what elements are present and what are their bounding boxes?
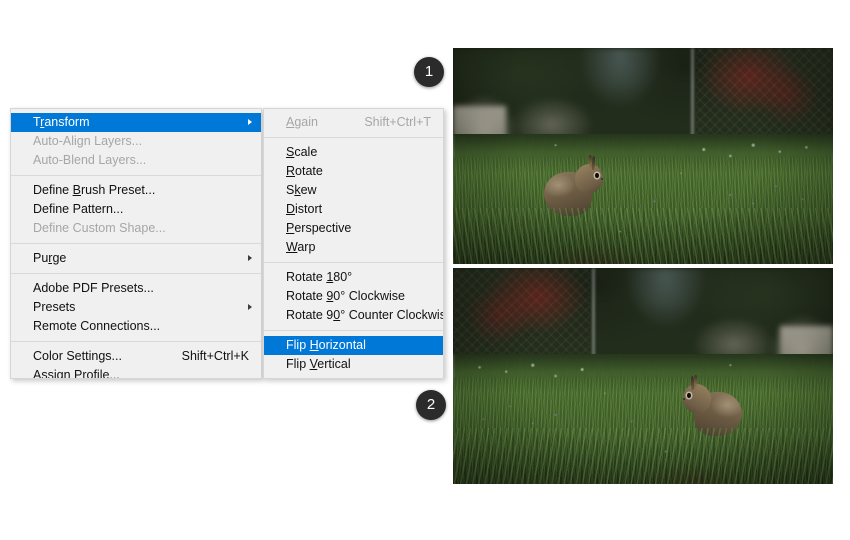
- submenu-item-rotate[interactable]: Rotate: [264, 162, 443, 181]
- menu-item-remote-connections[interactable]: Remote Connections...: [11, 317, 261, 336]
- menu-separator: [264, 262, 443, 263]
- menu-item-label: Transform: [33, 115, 90, 129]
- photo-scene: [453, 48, 833, 264]
- step-badge-1: 1: [414, 57, 444, 87]
- submenu-item-distort[interactable]: Distort: [264, 200, 443, 219]
- menu-item-label: Remote Connections...: [33, 319, 161, 333]
- submenu-item-rotate-180[interactable]: Rotate 180°: [264, 268, 443, 287]
- menu-item-label: Again: [286, 115, 318, 129]
- menu-item-auto-align-layers[interactable]: Auto-Align Layers...: [11, 132, 261, 151]
- submenu-item-rotate-90-cw[interactable]: Rotate 90° Clockwise: [264, 287, 443, 306]
- chevron-right-icon: [248, 119, 252, 125]
- menu-item-assign-profile[interactable]: Assign Profile...: [11, 366, 261, 379]
- menu-item-label: Distort: [286, 202, 323, 216]
- step-badge-2: 2: [416, 390, 446, 420]
- menu-item-label: Define Custom Shape...: [33, 221, 166, 235]
- screen-root: Transform Auto-Align Layers... Auto-Blen…: [0, 0, 850, 540]
- menu-item-label: Perspective: [286, 221, 352, 235]
- menu-item-define-custom-shape[interactable]: Define Custom Shape...: [11, 219, 261, 238]
- photo-original: [453, 48, 833, 264]
- menu-item-label: Define Brush Preset...: [33, 183, 156, 197]
- menu-item-shortcut: Shift+Ctrl+K: [181, 349, 249, 363]
- menu-item-label: Define Pattern...: [33, 202, 124, 216]
- menu-item-label: Rotate: [286, 164, 323, 178]
- submenu-item-skew[interactable]: Skew: [264, 181, 443, 200]
- menu-item-auto-blend-layers[interactable]: Auto-Blend Layers...: [11, 151, 261, 170]
- menu-item-label: Flip Vertical: [286, 357, 351, 371]
- photo-vignette: [453, 268, 833, 484]
- menu-item-presets[interactable]: Presets: [11, 298, 261, 317]
- menu-item-label: Rotate 90° Clockwise: [286, 289, 405, 303]
- menu-item-label: Scale: [286, 145, 318, 159]
- menu-item-label: Skew: [286, 183, 317, 197]
- menu-item-label: Presets: [33, 300, 76, 314]
- menu-separator: [11, 273, 261, 274]
- menu-separator: [11, 341, 261, 342]
- menu-item-label: Color Settings...: [33, 349, 122, 363]
- menu-item-label: Auto-Blend Layers...: [33, 153, 147, 167]
- submenu-item-scale[interactable]: Scale: [264, 143, 443, 162]
- photo-scene: [453, 268, 833, 484]
- menu-separator: [11, 175, 261, 176]
- menu-item-label: Assign Profile...: [33, 368, 120, 379]
- menu-item-label: Adobe PDF Presets...: [33, 281, 154, 295]
- menu-separator: [264, 137, 443, 138]
- menu-item-label: Flip Horizontal: [286, 338, 366, 352]
- chevron-right-icon: [248, 255, 252, 261]
- menu-item-label: Purge: [33, 251, 67, 265]
- menu-item-define-brush-preset[interactable]: Define Brush Preset...: [11, 181, 261, 200]
- menu-item-adobe-pdf-presets[interactable]: Adobe PDF Presets...: [11, 279, 261, 298]
- menu-item-define-pattern[interactable]: Define Pattern...: [11, 200, 261, 219]
- submenu-item-perspective[interactable]: Perspective: [264, 219, 443, 238]
- chevron-right-icon: [248, 304, 252, 310]
- menu-item-color-settings[interactable]: Color Settings... Shift+Ctrl+K: [11, 347, 261, 366]
- menu-item-label: Warp: [286, 240, 316, 254]
- menu-item-label: Auto-Align Layers...: [33, 134, 143, 148]
- photo-vignette: [453, 48, 833, 264]
- menu-item-purge[interactable]: Purge: [11, 249, 261, 268]
- menu-item-label: Rotate 180°: [286, 270, 353, 284]
- submenu-item-warp[interactable]: Warp: [264, 238, 443, 257]
- submenu-item-rotate-90-ccw[interactable]: Rotate 90° Counter Clockwise: [264, 306, 443, 325]
- menu-item-shortcut: Shift+Ctrl+T: [364, 115, 431, 129]
- menu-item-transform[interactable]: Transform: [11, 113, 261, 132]
- photo-flipped-horizontal: [453, 268, 833, 484]
- edit-menu[interactable]: Transform Auto-Align Layers... Auto-Blen…: [10, 108, 262, 379]
- transform-submenu[interactable]: Again Shift+Ctrl+T Scale Rotate Skew Dis…: [263, 108, 444, 379]
- menu-item-label: Rotate 90° Counter Clockwise: [286, 308, 444, 322]
- submenu-item-again[interactable]: Again Shift+Ctrl+T: [264, 113, 443, 132]
- submenu-item-flip-vertical[interactable]: Flip Vertical: [264, 355, 443, 374]
- menu-separator: [11, 243, 261, 244]
- submenu-item-flip-horizontal[interactable]: Flip Horizontal: [264, 336, 443, 355]
- menu-separator: [264, 330, 443, 331]
